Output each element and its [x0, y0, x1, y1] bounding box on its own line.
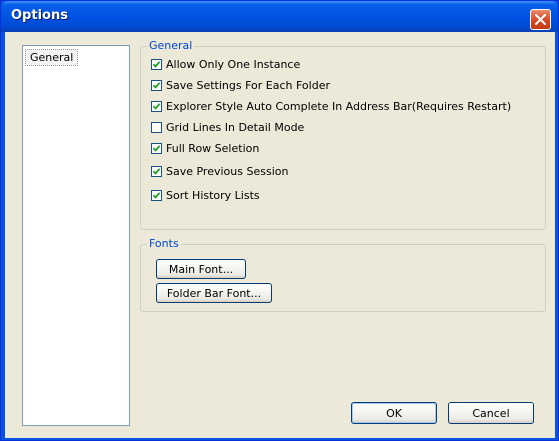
- general-group: General Allow Only One Instance Save Sett…: [140, 39, 546, 230]
- option-row[interactable]: Full Row Seletion: [151, 141, 259, 156]
- option-label: Grid Lines In Detail Mode: [166, 121, 305, 134]
- window-title: Options: [11, 8, 68, 23]
- ok-button-label: OK: [386, 406, 402, 420]
- checkmark-icon: [152, 192, 161, 199]
- option-label: Save Settings For Each Folder: [166, 79, 330, 92]
- option-row[interactable]: Explorer Style Auto Complete In Address …: [151, 99, 511, 114]
- close-icon: [535, 14, 546, 25]
- option-row[interactable]: Save Previous Session: [151, 164, 288, 179]
- option-row[interactable]: Allow Only One Instance: [151, 57, 300, 72]
- title-bar[interactable]: Options: [1, 1, 558, 32]
- cancel-button[interactable]: Cancel: [448, 402, 534, 424]
- checkbox-checked[interactable]: [151, 143, 162, 154]
- option-label: Sort History Lists: [166, 189, 260, 202]
- option-row[interactable]: Save Settings For Each Folder: [151, 78, 330, 93]
- general-group-title: General: [147, 39, 195, 52]
- option-label: Save Previous Session: [166, 165, 289, 178]
- option-label: Full Row Seletion: [166, 142, 260, 155]
- fonts-group: Fonts Main Font... Folder Bar Font...: [140, 237, 546, 312]
- checkbox-checked[interactable]: [151, 166, 162, 177]
- checkbox-checked[interactable]: [151, 59, 162, 70]
- options-dialog: Options General General Allow Only One I…: [0, 0, 559, 441]
- checkbox-checked[interactable]: [151, 101, 162, 112]
- folder-bar-font-button-label: Folder Bar Font...: [166, 286, 262, 300]
- main-font-button-label: Main Font...: [168, 262, 234, 276]
- dialog-content: General General Allow Only One Instance S…: [5, 32, 555, 438]
- main-font-button[interactable]: Main Font...: [156, 259, 246, 279]
- checkbox-checked[interactable]: [151, 190, 162, 201]
- cancel-button-label: Cancel: [472, 406, 510, 420]
- checkmark-icon: [152, 168, 161, 175]
- close-button[interactable]: [530, 9, 551, 30]
- option-row[interactable]: Grid Lines In Detail Mode: [151, 120, 304, 135]
- category-list[interactable]: General: [22, 45, 130, 426]
- checkmark-icon: [152, 61, 161, 68]
- checkbox-unchecked[interactable]: [151, 122, 162, 133]
- checkmark-icon: [152, 145, 161, 152]
- folder-bar-font-button[interactable]: Folder Bar Font...: [156, 283, 272, 303]
- ok-button[interactable]: OK: [351, 402, 437, 424]
- category-item-general[interactable]: General: [25, 49, 79, 66]
- checkmark-icon: [152, 103, 161, 110]
- checkmark-icon: [152, 82, 161, 89]
- fonts-group-title: Fonts: [147, 237, 181, 250]
- category-item-label: General: [30, 51, 74, 64]
- option-label: Allow Only One Instance: [166, 58, 301, 71]
- option-label: Explorer Style Auto Complete In Address …: [166, 100, 512, 113]
- checkbox-checked[interactable]: [151, 80, 162, 91]
- option-row[interactable]: Sort History Lists: [151, 188, 260, 203]
